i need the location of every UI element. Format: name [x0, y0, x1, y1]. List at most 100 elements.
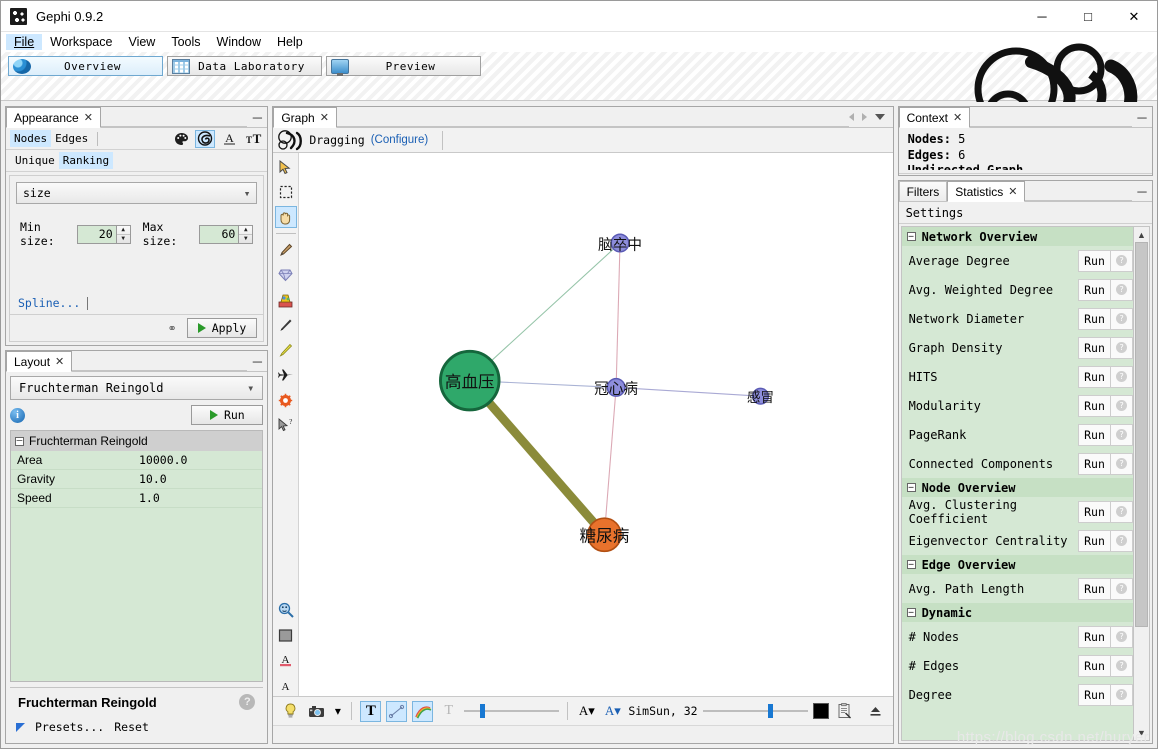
scroll-down-icon[interactable]: ▼: [1137, 725, 1146, 740]
help-icon[interactable]: ?: [1111, 394, 1133, 417]
help-icon[interactable]: ?: [1111, 529, 1133, 552]
graph-node[interactable]: 感冒: [747, 387, 775, 406]
statistics-run-button[interactable]: Run: [1078, 394, 1111, 417]
statistics-run-button[interactable]: Run: [1078, 577, 1111, 600]
scroll-up-icon[interactable]: ▲: [1137, 227, 1146, 242]
nav-next-icon[interactable]: [861, 113, 867, 121]
table-row[interactable]: Speed 1.0: [11, 489, 263, 508]
label-attributes-icon[interactable]: [834, 701, 855, 722]
graph-edge[interactable]: [604, 387, 617, 535]
min-size-input[interactable]: [77, 225, 116, 243]
statistics-run-button[interactable]: Run: [1078, 278, 1111, 301]
statistics-run-button[interactable]: Run: [1078, 625, 1111, 648]
statistics-run-button[interactable]: Run: [1078, 683, 1111, 706]
label-color-tool[interactable]: A: [275, 649, 297, 671]
minimize-icon[interactable]: ─: [247, 351, 267, 371]
tab-graph[interactable]: Graph ✕: [273, 107, 337, 128]
tab-statistics[interactable]: Statistics ✕: [947, 181, 1026, 202]
property-value[interactable]: 10.0: [139, 472, 262, 486]
label-size-decrease-icon[interactable]: A▾: [576, 701, 597, 722]
appearance-attribute-select[interactable]: size ▾: [16, 182, 258, 204]
help-icon[interactable]: ?: [1111, 423, 1133, 446]
graph-node[interactable]: 糖尿病: [580, 517, 630, 553]
spline-link[interactable]: Spline...: [18, 296, 80, 310]
paint-tool[interactable]: [275, 289, 297, 311]
collapse-icon[interactable]: ─: [906, 560, 916, 569]
help-icon[interactable]: ?: [1111, 249, 1133, 272]
menu-help[interactable]: Help: [269, 34, 311, 50]
menu-workspace[interactable]: Workspace: [42, 34, 120, 50]
link-icon[interactable]: ⚭: [167, 322, 176, 335]
layout-properties-group-header[interactable]: ─ Fruchterman Reingold: [11, 431, 263, 451]
collapse-icon[interactable]: ─: [906, 608, 916, 617]
node-size-slider[interactable]: [464, 704, 560, 718]
node-labels-toggle[interactable]: T: [360, 700, 382, 722]
table-row[interactable]: Gravity 10.0: [11, 470, 263, 489]
statistics-run-button[interactable]: Run: [1078, 336, 1111, 359]
zoom-center-tool[interactable]: [275, 599, 297, 621]
statistics-run-button[interactable]: Run: [1078, 654, 1111, 677]
reset-view-icon[interactable]: [865, 701, 886, 722]
min-size-down-icon[interactable]: ▼: [117, 235, 130, 243]
cursor-tool[interactable]: [275, 156, 297, 178]
collapse-icon[interactable]: ─: [15, 436, 24, 446]
minimize-button[interactable]: ─: [1019, 1, 1065, 32]
statistics-run-button[interactable]: Run: [1078, 307, 1111, 330]
gear-tool[interactable]: [275, 389, 297, 411]
tab-context[interactable]: Context ✕: [898, 107, 971, 128]
close-icon[interactable]: ✕: [84, 111, 93, 124]
brush-tool[interactable]: [275, 239, 297, 261]
help-icon[interactable]: ?: [1111, 500, 1133, 523]
help-icon[interactable]: ?: [1111, 577, 1133, 600]
diamond-tool[interactable]: [275, 264, 297, 286]
help-icon[interactable]: ?: [1111, 307, 1133, 330]
max-size-stepper[interactable]: ▲ ▼: [199, 224, 254, 244]
help-icon[interactable]: ?: [239, 694, 256, 710]
graph-edge[interactable]: [615, 242, 621, 388]
menu-view[interactable]: View: [120, 34, 163, 50]
close-icon[interactable]: ✕: [953, 111, 962, 124]
edge-visibility-toggle[interactable]: [386, 700, 408, 722]
close-button[interactable]: ✕: [1111, 1, 1157, 32]
background-color-tool[interactable]: [275, 624, 297, 646]
scrollbar-thumb[interactable]: [1135, 242, 1148, 627]
nav-previous-icon[interactable]: [848, 113, 854, 121]
camera-icon[interactable]: [306, 701, 327, 722]
help-icon[interactable]: ?: [1111, 278, 1133, 301]
tab-layout[interactable]: Layout ✕: [6, 351, 73, 372]
tab-filters[interactable]: Filters: [898, 181, 948, 201]
label-color-icon[interactable]: A: [219, 130, 239, 148]
airplane-tool[interactable]: [275, 364, 297, 386]
edge-labels-toggle[interactable]: T: [438, 701, 459, 722]
help-icon[interactable]: ?: [1111, 365, 1133, 388]
minimize-icon[interactable]: ─: [1132, 181, 1152, 201]
help-icon[interactable]: ?: [1111, 625, 1133, 648]
close-icon[interactable]: ✕: [55, 355, 64, 368]
tab-appearance[interactable]: Appearance ✕: [6, 107, 101, 128]
label-size-icon[interactable]: TT: [243, 130, 263, 148]
statistics-group-header[interactable]: ─ Network Overview: [901, 227, 1133, 246]
rectangle-selection-tool[interactable]: [275, 181, 297, 203]
highlighter-tool[interactable]: [275, 339, 297, 361]
statistics-group-header[interactable]: ─ Dynamic: [901, 603, 1133, 622]
statistics-run-button[interactable]: Run: [1078, 452, 1111, 475]
label-font-tool[interactable]: A: [275, 674, 297, 696]
palette-icon[interactable]: [171, 130, 191, 148]
statistics-settings-link[interactable]: Settings: [898, 202, 1152, 224]
close-icon[interactable]: ✕: [1008, 185, 1017, 198]
label-color-swatch[interactable]: [812, 703, 829, 719]
graph-node[interactable]: 冠心病: [594, 377, 639, 398]
close-icon[interactable]: ✕: [320, 111, 329, 124]
help-icon[interactable]: ?: [1111, 683, 1133, 706]
hand-drag-tool[interactable]: [274, 206, 297, 228]
menu-tools[interactable]: Tools: [163, 34, 208, 50]
help-icon[interactable]: ?: [1111, 654, 1133, 677]
graph-node[interactable]: 高血压: [439, 349, 501, 412]
configure-link[interactable]: (Configure): [371, 134, 429, 146]
max-size-up-icon[interactable]: ▲: [239, 226, 253, 235]
statistics-run-button[interactable]: Run: [1078, 249, 1111, 272]
min-size-up-icon[interactable]: ▲: [116, 226, 130, 235]
statistics-run-button[interactable]: Run: [1078, 500, 1111, 523]
apply-button[interactable]: Apply: [186, 318, 258, 338]
cursor-help-tool[interactable]: ?: [275, 414, 297, 436]
